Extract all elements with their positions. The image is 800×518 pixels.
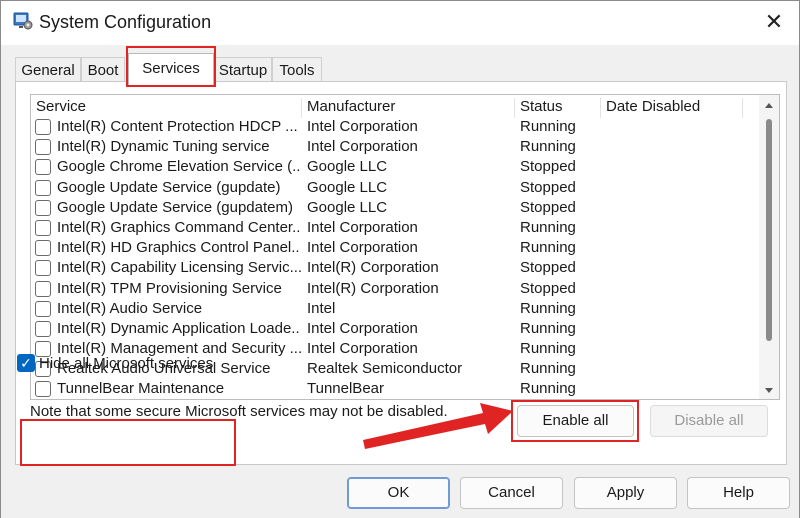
service-status: Running xyxy=(520,380,576,398)
service-name: Intel(R) Audio Service xyxy=(57,299,203,317)
service-checkbox[interactable] xyxy=(35,280,51,297)
service-status: Running xyxy=(520,360,576,378)
service-checkbox[interactable] xyxy=(35,219,51,236)
disable-all-button[interactable]: Disable all xyxy=(650,405,768,437)
scroll-up-icon[interactable] xyxy=(765,103,773,108)
service-checkbox[interactable] xyxy=(35,381,51,398)
service-manufacturer: Intel Corporation xyxy=(307,340,418,358)
service-status: Stopped xyxy=(520,178,576,196)
scroll-down-icon[interactable] xyxy=(765,388,773,393)
microsoft-services-note: Note that some secure Microsoft services… xyxy=(30,403,448,420)
service-checkbox[interactable] xyxy=(35,199,51,216)
service-status: Running xyxy=(520,319,576,337)
service-name: Intel(R) Capability Licensing Servic... xyxy=(57,259,301,277)
tab-general[interactable]: General xyxy=(15,57,81,83)
table-row[interactable]: Intel(R) TPM Provisioning Service Intel(… xyxy=(31,279,761,299)
table-row[interactable]: Intel(R) Content Protection HDCP ... Int… xyxy=(31,117,761,137)
service-manufacturer: TunnelBear xyxy=(307,380,384,398)
service-status: Stopped xyxy=(520,259,576,277)
help-button[interactable]: Help xyxy=(687,477,790,509)
service-name: Intel(R) Dynamic Tuning service xyxy=(57,138,270,156)
service-name: Intel(R) Content Protection HDCP ... xyxy=(57,118,298,135)
service-manufacturer: Intel Corporation xyxy=(307,118,418,135)
ok-button[interactable]: OK xyxy=(347,477,450,509)
service-checkbox[interactable] xyxy=(35,119,51,135)
checkmark-icon: ✓ xyxy=(20,355,32,371)
table-row[interactable]: TunnelBear Maintenance TunnelBear Runnin… xyxy=(31,379,761,399)
column-header-date-disabled[interactable]: Date Disabled xyxy=(601,98,743,118)
service-manufacturer: Google LLC xyxy=(307,178,388,196)
service-status: Running xyxy=(520,218,576,236)
hide-microsoft-services-label[interactable]: Hide all Microsoft services xyxy=(39,355,213,372)
table-row[interactable]: Intel(R) Graphics Command Center... Inte… xyxy=(31,218,761,238)
hide-microsoft-services-checkbox[interactable]: ✓ xyxy=(17,354,35,372)
service-manufacturer: Intel Corporation xyxy=(307,239,418,257)
service-status: Running xyxy=(520,340,576,358)
cancel-button[interactable]: Cancel xyxy=(460,477,563,509)
service-status: Stopped xyxy=(520,158,576,176)
table-row[interactable]: Intel(R) Audio Service Intel Running xyxy=(31,299,761,319)
tab-startup[interactable]: Startup xyxy=(214,57,272,83)
system-configuration-icon xyxy=(13,12,33,30)
column-header-service[interactable]: Service xyxy=(31,98,302,118)
list-header: Service Manufacturer Status Date Disable… xyxy=(31,95,761,118)
service-checkbox[interactable] xyxy=(35,139,51,156)
service-manufacturer: Intel Corporation xyxy=(307,138,418,156)
dialog-buttons: OK Cancel Apply Help xyxy=(1,465,799,518)
table-row[interactable]: Intel(R) HD Graphics Control Panel... In… xyxy=(31,238,761,258)
tab-services[interactable]: Services xyxy=(128,53,214,85)
service-status: Running xyxy=(520,118,576,135)
table-row[interactable]: Intel(R) Dynamic Application Loade... In… xyxy=(31,319,761,339)
tab-boot[interactable]: Boot xyxy=(81,57,125,83)
service-status: Running xyxy=(520,239,576,257)
scroll-thumb[interactable] xyxy=(766,119,772,341)
service-name: Intel(R) Dynamic Application Loade... xyxy=(57,319,301,337)
service-status: Running xyxy=(520,138,576,156)
close-button[interactable]: ✕ xyxy=(761,11,787,35)
title-bar: System Configuration ✕ xyxy=(1,1,799,45)
service-name: Intel(R) TPM Provisioning Service xyxy=(57,279,282,297)
service-name: Google Update Service (gupdate) xyxy=(57,178,281,196)
service-status: Stopped xyxy=(520,198,576,216)
table-row[interactable]: Google Update Service (gupdate) Google L… xyxy=(31,178,761,198)
column-header-status[interactable]: Status xyxy=(515,98,601,118)
table-row[interactable]: Google Update Service (gupdatem) Google … xyxy=(31,198,761,218)
service-name: Intel(R) HD Graphics Control Panel... xyxy=(57,239,301,257)
service-status: Running xyxy=(520,299,576,317)
service-manufacturer: Intel Corporation xyxy=(307,218,418,236)
service-name: Google Update Service (gupdatem) xyxy=(57,198,293,216)
vertical-scrollbar[interactable] xyxy=(759,95,779,399)
service-manufacturer: Google LLC xyxy=(307,158,388,176)
service-manufacturer: Google LLC xyxy=(307,198,388,216)
service-manufacturer: Intel(R) Corporation xyxy=(307,259,439,277)
service-name: Google Chrome Elevation Service (... xyxy=(57,158,301,176)
service-checkbox[interactable] xyxy=(35,240,51,257)
service-status: Stopped xyxy=(520,279,576,297)
close-icon: ✕ xyxy=(764,9,784,34)
table-row[interactable]: Google Chrome Elevation Service (... Goo… xyxy=(31,157,761,177)
service-checkbox[interactable] xyxy=(35,179,51,196)
service-checkbox[interactable] xyxy=(35,159,51,176)
column-header-manufacturer[interactable]: Manufacturer xyxy=(302,98,515,118)
window-title: System Configuration xyxy=(39,12,212,32)
service-checkbox[interactable] xyxy=(35,260,51,277)
service-checkbox[interactable] xyxy=(35,300,51,317)
service-checkbox[interactable] xyxy=(35,320,51,337)
service-name: TunnelBear Maintenance xyxy=(57,380,225,398)
service-manufacturer: Intel xyxy=(307,299,336,317)
system-configuration-window: System Configuration ✕ General Boot Serv… xyxy=(0,0,800,518)
apply-button[interactable]: Apply xyxy=(574,477,677,509)
tab-tools[interactable]: Tools xyxy=(272,57,322,83)
service-manufacturer: Intel Corporation xyxy=(307,319,418,337)
service-name: Intel(R) Graphics Command Center... xyxy=(57,218,301,236)
services-panel: Service Manufacturer Status Date Disable… xyxy=(15,81,787,465)
table-row[interactable]: Intel(R) Capability Licensing Servic... … xyxy=(31,258,761,278)
enable-all-button[interactable]: Enable all xyxy=(517,405,634,437)
table-row[interactable]: Intel(R) Dynamic Tuning service Intel Co… xyxy=(31,137,761,157)
service-manufacturer: Intel(R) Corporation xyxy=(307,279,439,297)
service-manufacturer: Realtek Semiconductor xyxy=(307,360,463,378)
